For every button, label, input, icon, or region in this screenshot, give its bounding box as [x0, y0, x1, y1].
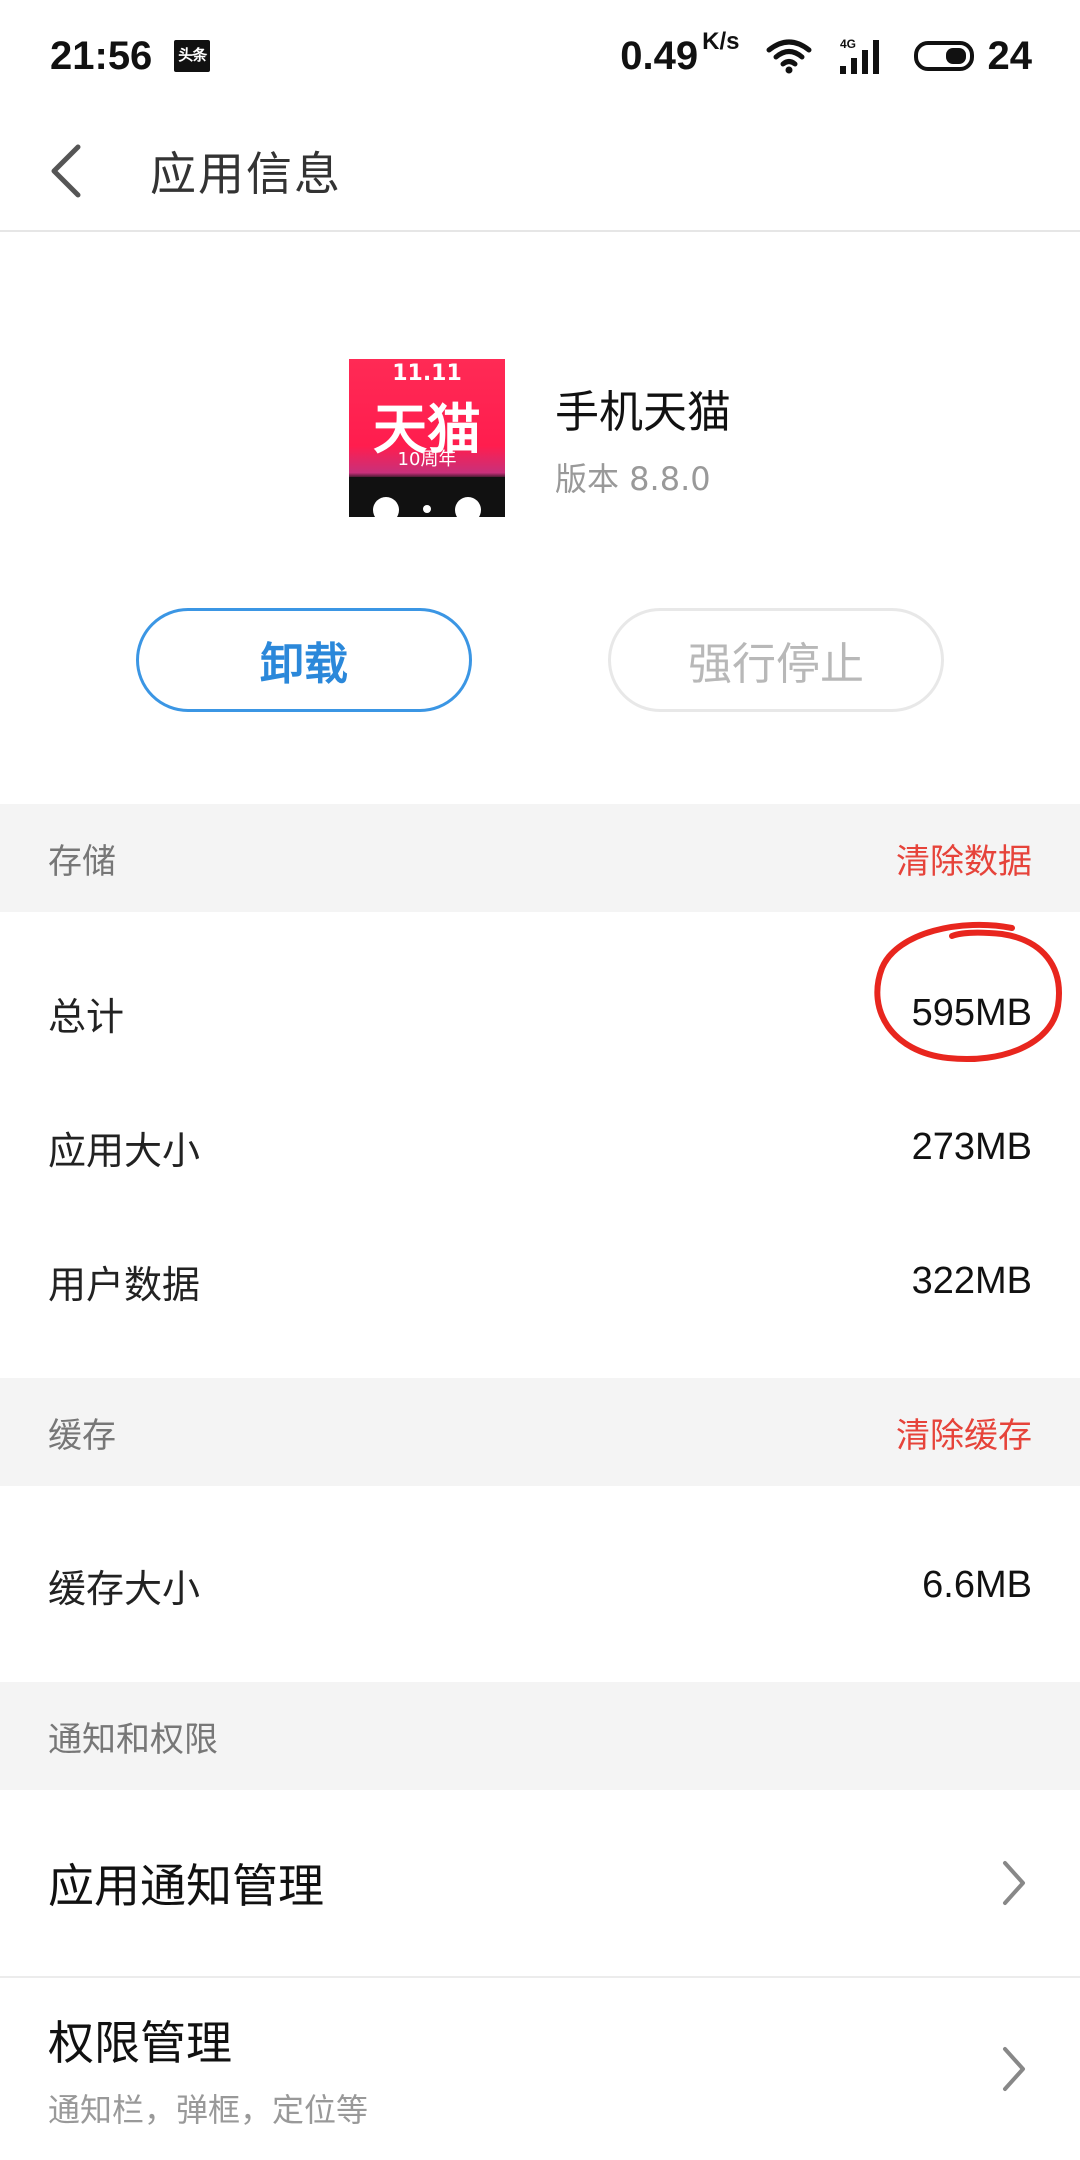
cache-section-title: 缓存: [48, 1415, 116, 1456]
status-time: 21:56: [50, 33, 153, 78]
chevron-left-icon: [51, 144, 81, 198]
tmall-app-icon: 11.11 天猫 10周年: [349, 359, 505, 517]
permissions-section-title: 通知和权限: [48, 1719, 218, 1760]
app-notification-management-item[interactable]: 应用通知管理: [0, 1790, 1080, 1976]
storage-section-header: 存储 清除数据: [0, 804, 1080, 912]
status-left: 21:56 头条: [50, 33, 211, 79]
svg-text:4G: 4G: [840, 37, 856, 51]
cache-size-value: 6.6MB: [922, 1563, 1032, 1606]
storage-total-value-wrap: 595MB: [874, 921, 1062, 1062]
status-bar: 21:56 头条 0.49 K/s 4G 24: [0, 0, 1080, 112]
battery-icon: [913, 40, 980, 72]
page-title: 应用信息: [150, 147, 342, 201]
permission-management-subtitle: 通知栏，弹框，定位等: [48, 2091, 369, 2129]
storage-section-title: 存储: [48, 841, 116, 882]
chevron-right-icon: [1003, 2047, 1025, 2091]
force-stop-button[interactable]: 强行停止: [608, 608, 944, 712]
storage-app-size-label: 应用大小: [48, 1128, 201, 1173]
cat-eye-right: [455, 497, 481, 517]
storage-total-row: 总计 595MB: [0, 921, 1080, 1080]
chevron-right-icon: [1003, 1861, 1025, 1905]
network-speed-unit: K/s: [702, 27, 740, 55]
permissions-section-header: 通知和权限: [0, 1682, 1080, 1790]
permission-management-text: 权限管理 通知栏，弹框，定位等: [48, 2007, 368, 2131]
battery-level: 24: [987, 33, 1033, 78]
cache-size-label: 缓存大小: [48, 1566, 201, 1611]
app-notification-management-text: 应用通知管理: [48, 1850, 324, 1916]
permission-management-item[interactable]: 权限管理 通知栏，弹框，定位等: [0, 1978, 1080, 2160]
app-notification-management-title: 应用通知管理: [48, 1859, 324, 1913]
app-name: 手机天猫: [555, 387, 731, 438]
app-icon-top-text: 11.11: [392, 361, 462, 386]
storage-total-label: 总计: [48, 994, 125, 1039]
cache-section-header: 缓存 清除缓存: [0, 1378, 1080, 1486]
clear-cache-button[interactable]: 清除缓存: [896, 1408, 1032, 1457]
cat-eye-left: [373, 497, 399, 517]
storage-user-data-value: 322MB: [911, 1259, 1032, 1302]
back-button[interactable]: [0, 111, 150, 231]
network-speed: 0.49 K/s: [620, 28, 739, 79]
storage-total-value: 595MB: [911, 991, 1032, 1034]
header: 应用信息: [0, 112, 1080, 232]
network-speed-value: 0.49: [620, 33, 699, 78]
toutiao-notification-icon: 头条: [174, 40, 211, 72]
cat-nose: [423, 505, 431, 513]
cache-size-row: 缓存大小 6.6MB: [0, 1518, 1080, 1652]
storage-app-size-row: 应用大小 273MB: [0, 1080, 1080, 1214]
clear-data-button[interactable]: 清除数据: [896, 834, 1032, 883]
storage-app-size-value: 273MB: [911, 1125, 1032, 1168]
cellular-signal-icon: 4G: [838, 36, 888, 76]
action-buttons: 卸载 强行停止: [0, 608, 1080, 712]
wifi-icon: [766, 38, 812, 74]
app-icon-sub-text: 10周年: [397, 449, 457, 470]
uninstall-button[interactable]: 卸载: [136, 608, 472, 712]
storage-user-data-label: 用户数据: [48, 1262, 201, 1307]
status-right: 0.49 K/s 4G 24: [620, 28, 1033, 79]
storage-user-data-row: 用户数据 322MB: [0, 1214, 1080, 1348]
permission-management-title: 权限管理: [48, 2016, 232, 2070]
app-info: 11.11 天猫 10周年 手机天猫 版本 8.8.0: [0, 358, 1080, 518]
app-version: 版本 8.8.0: [555, 460, 711, 498]
app-text: 手机天猫 版本 8.8.0: [555, 376, 731, 500]
